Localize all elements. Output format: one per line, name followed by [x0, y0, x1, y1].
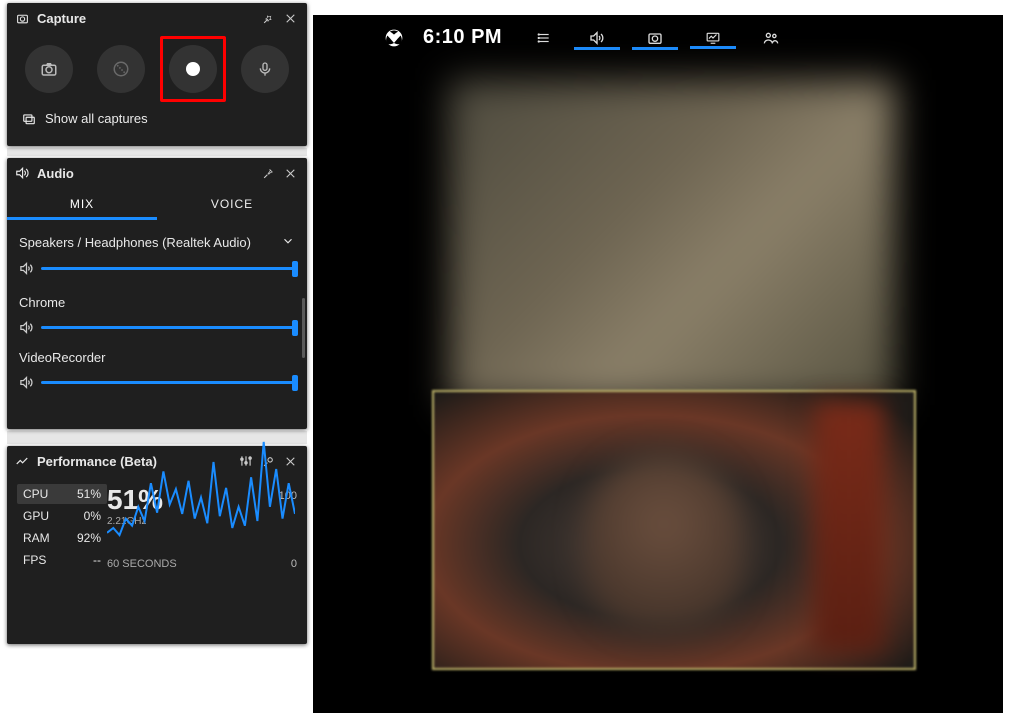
app-videorecorder-row: VideoRecorder: [19, 350, 295, 365]
tab-mix[interactable]: MIX: [7, 188, 157, 220]
stat-gpu-value: 0%: [84, 509, 101, 523]
chevron-down-icon[interactable]: [281, 234, 295, 251]
performance-panel: Performance (Beta) CPU 51% GPU 0%: [7, 446, 307, 644]
close-icon[interactable]: [279, 7, 301, 29]
perf-axis-x: 60 SECONDS: [107, 558, 177, 570]
tab-voice-label: VOICE: [211, 197, 253, 211]
topbar-audio-icon[interactable]: [568, 30, 626, 46]
pin-icon[interactable]: [257, 162, 279, 184]
speaker-icon: [19, 375, 41, 390]
audio-title: Audio: [37, 166, 257, 181]
topbar-capture-icon[interactable]: [626, 30, 684, 46]
perf-axis-min: 0: [291, 558, 297, 570]
videorecorder-volume-slider[interactable]: [19, 373, 295, 391]
speaker-icon: [19, 320, 41, 335]
audio-header[interactable]: Audio: [7, 158, 307, 188]
xbox-icon[interactable]: [369, 28, 419, 48]
microphone-toggle-button[interactable]: [241, 45, 289, 93]
stat-ram[interactable]: RAM 92%: [17, 528, 107, 548]
record-last-button[interactable]: [97, 45, 145, 93]
meeting-window: 6:10 PM: [313, 15, 1003, 713]
start-recording-button[interactable]: [169, 45, 217, 93]
record-dot-icon: [186, 62, 200, 76]
stat-ram-label: RAM: [23, 531, 50, 545]
tab-mix-label: MIX: [70, 197, 94, 211]
app-chrome-label: Chrome: [19, 295, 65, 310]
stat-gpu-label: GPU: [23, 509, 49, 523]
cpu-sparkline: [107, 436, 295, 554]
pin-icon[interactable]: [257, 7, 279, 29]
output-device-row[interactable]: Speakers / Headphones (Realtek Audio): [19, 234, 295, 251]
topbar-performance-icon[interactable]: [684, 31, 742, 45]
close-icon[interactable]: [279, 162, 301, 184]
stat-cpu-value: 51%: [77, 487, 101, 501]
topbar-social-icon[interactable]: [742, 30, 800, 46]
background-ghost: [7, 148, 307, 156]
perf-chart: 51% 2.21GHz 100 0 60 SECONDS: [107, 484, 297, 572]
stat-gpu[interactable]: GPU 0%: [17, 506, 107, 526]
capture-icon: [13, 12, 31, 25]
stat-fps-label: FPS: [23, 553, 46, 567]
self-video-tile[interactable]: [432, 390, 916, 670]
chrome-volume-slider[interactable]: [19, 318, 295, 336]
stat-ram-value: 92%: [77, 531, 101, 545]
background-door: [814, 402, 884, 652]
record-highlight: [160, 36, 226, 102]
gamebar-topbar: 6:10 PM: [369, 15, 805, 60]
stat-fps[interactable]: FPS --: [17, 550, 107, 570]
audio-icon: [13, 166, 31, 180]
tab-voice[interactable]: VOICE: [157, 188, 307, 220]
remote-video-tile[interactable]: [449, 80, 895, 405]
stat-cpu[interactable]: CPU 51%: [17, 484, 107, 504]
stat-fps-value: --: [93, 553, 101, 567]
app-chrome-row: Chrome: [19, 295, 295, 310]
stat-cpu-label: CPU: [23, 487, 48, 501]
capture-header[interactable]: Capture: [7, 3, 307, 33]
perf-stat-list: CPU 51% GPU 0% RAM 92% FPS --: [17, 484, 107, 572]
show-all-captures-link[interactable]: Show all captures: [7, 105, 307, 132]
output-device-label: Speakers / Headphones (Realtek Audio): [19, 235, 251, 250]
capture-panel: Capture: [7, 3, 307, 146]
show-all-captures-label: Show all captures: [45, 111, 148, 126]
performance-icon: [13, 454, 31, 468]
speaker-icon: [19, 261, 41, 276]
capture-actions: [7, 33, 307, 105]
app-videorecorder-label: VideoRecorder: [19, 350, 105, 365]
clock-time: 6:10 PM: [423, 26, 502, 49]
widgets-menu-icon[interactable]: [520, 31, 568, 45]
audio-scrollbar[interactable]: [302, 298, 305, 358]
audio-tabs: MIX VOICE: [7, 188, 307, 220]
audio-panel: Audio MIX VOICE Speakers / Headphones (R…: [7, 158, 307, 429]
participant-face: [584, 452, 744, 632]
screenshot-button[interactable]: [25, 45, 73, 93]
capture-title: Capture: [37, 11, 257, 26]
system-volume-slider[interactable]: [19, 259, 295, 277]
